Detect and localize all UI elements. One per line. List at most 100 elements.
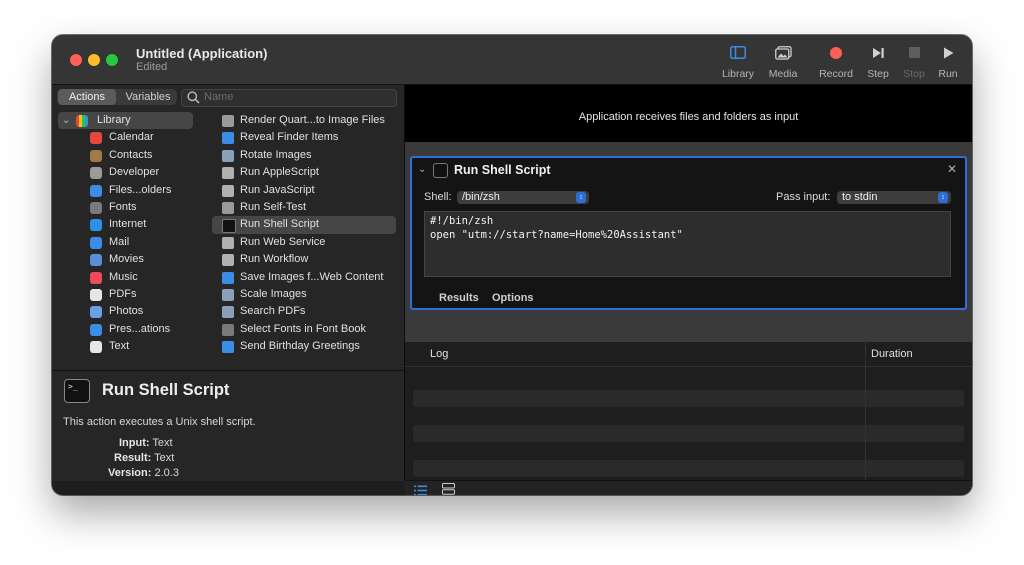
photos-icon (90, 306, 102, 319)
globe-icon (90, 219, 102, 232)
script-editor[interactable]: #!/bin/zsh open "utm://start?name=Home%20… (424, 211, 951, 277)
right-footer-bar (405, 480, 972, 495)
safari-icon (222, 271, 234, 284)
zoom-window-button[interactable] (106, 54, 118, 66)
step-icon (858, 44, 898, 61)
action-list-item[interactable]: Reveal Finder Items (212, 129, 396, 146)
step-button[interactable]: Step (858, 44, 898, 80)
library-pane: Actions Variables Name ⌄ Library Calenda… (52, 85, 405, 481)
log-panel: Log Duration (405, 342, 972, 480)
workflow-area: ⌄ Run Shell Script ✕ Shell: /bin/zsh ↕ P… (405, 142, 972, 342)
action-list-item[interactable]: Run Workflow (212, 251, 396, 268)
shell-popup[interactable]: /bin/zsh ↕ (457, 191, 589, 204)
fonts-icon (222, 323, 234, 336)
script-line: open "utm://start?name=Home%20Assistant" (430, 229, 683, 241)
input-type-row: Input: Text (119, 437, 173, 449)
popup-stepper-icon: ↕ (938, 192, 948, 203)
tab-actions[interactable]: Actions (58, 89, 116, 105)
terminal-icon (222, 219, 236, 234)
action-list-item[interactable]: Search PDFs (212, 303, 396, 320)
library-category-item[interactable]: Movies (58, 251, 200, 268)
action-list-label: Select Fonts in Font Book (240, 322, 366, 335)
action-title: Run Shell Script (454, 163, 551, 177)
action-list-label: Run JavaScript (240, 183, 315, 196)
finder-icon (90, 184, 102, 197)
action-list-item[interactable]: Select Fonts in Font Book (212, 321, 396, 338)
action-list-item[interactable]: Run AppleScript (212, 164, 396, 181)
action-list-item[interactable]: Send Birthday Greetings (212, 338, 396, 355)
action-list-item[interactable]: Run Shell Script (212, 216, 396, 234)
library-category-item[interactable]: Calendar (58, 129, 200, 146)
close-window-button[interactable] (70, 54, 82, 66)
text-icon (90, 341, 102, 354)
run-button-label: Run (938, 68, 958, 80)
workflow-pane: Application receives files and folders a… (405, 85, 972, 495)
action-list-label: Rotate Images (240, 148, 312, 161)
split-view-icon[interactable] (442, 482, 455, 495)
action-list-label: Save Images f...Web Content (240, 270, 384, 283)
play-icon (928, 44, 968, 61)
input-value: Text (152, 437, 173, 449)
library-category-item[interactable]: Developer (58, 164, 200, 181)
fonts-icon (90, 201, 102, 214)
list-view-icon[interactable] (414, 483, 427, 495)
library-icon (76, 115, 88, 127)
tab-options[interactable]: Options (492, 292, 534, 304)
run-button[interactable]: Run (928, 44, 968, 80)
library-category-item[interactable]: Mail (58, 234, 200, 251)
library-root-item[interactable]: ⌄ Library (58, 112, 193, 130)
library-button[interactable]: Library (718, 44, 758, 80)
library-category-label: PDFs (109, 287, 137, 300)
window-subtitle: Edited (136, 61, 168, 73)
library-category-item[interactable]: Files...olders (58, 182, 200, 199)
action-description-panel: >_ Run Shell Script This action executes… (52, 370, 404, 481)
contacts-icon (90, 149, 102, 162)
library-button-label: Library (721, 68, 755, 80)
result-label: Result: (114, 452, 152, 464)
sidebar-icon (718, 44, 758, 61)
action-list-item[interactable]: Save Images f...Web Content (212, 269, 396, 286)
library-category-item[interactable]: Music (58, 269, 200, 286)
action-list-item[interactable]: Run Web Service (212, 234, 396, 251)
result-value: Text (154, 452, 175, 464)
record-button[interactable]: Record (816, 44, 856, 80)
library-category-item[interactable]: Internet (58, 216, 200, 233)
action-list-item[interactable]: Scale Images (212, 286, 396, 303)
search-field[interactable]: Name (181, 89, 397, 107)
minimize-window-button[interactable] (88, 54, 100, 66)
close-icon[interactable]: ✕ (947, 162, 957, 176)
library-category-item[interactable]: Fonts (58, 199, 200, 216)
action-list-item[interactable]: Render Quart...to Image Files (212, 112, 396, 129)
library-category-item[interactable]: Pres...ations (58, 321, 200, 338)
description-text: This action executes a Unix shell script… (63, 416, 256, 428)
media-button-label: Media (768, 68, 798, 80)
action-list-item[interactable]: Rotate Images (212, 147, 396, 164)
chevron-down-icon[interactable]: ⌄ (62, 112, 70, 129)
duration-column-header[interactable]: Duration (871, 348, 913, 360)
library-category-label: Contacts (109, 148, 153, 161)
automator-window: Untitled (Application) Edited Library Me… (52, 35, 972, 495)
tools-icon (222, 115, 234, 127)
version-value: 2.0.3 (154, 467, 179, 479)
chevron-down-icon[interactable]: ⌄ (418, 164, 426, 175)
pass-input-popup[interactable]: to stdin ↕ (837, 191, 951, 204)
version-row: Version: 2.0.3 (108, 467, 179, 479)
run-shell-script-action[interactable]: ⌄ Run Shell Script ✕ Shell: /bin/zsh ↕ P… (410, 156, 967, 310)
tools-icon (90, 167, 102, 180)
library-category-item[interactable]: Text (58, 338, 200, 355)
action-list-item[interactable]: Run Self-Test (212, 199, 396, 216)
library-category-label: Internet (109, 218, 147, 231)
library-category-item[interactable]: Contacts (58, 147, 200, 164)
photos-icon (763, 44, 803, 61)
action-list-label: Scale Images (240, 287, 307, 300)
script-icon (222, 236, 234, 249)
library-category-item[interactable]: PDFs (58, 286, 200, 303)
workflow-input-banner: Application receives files and folders a… (405, 85, 972, 142)
tab-results[interactable]: Results (439, 292, 479, 304)
library-category-item[interactable]: Photos (58, 303, 200, 320)
library-category-label: Pres...ations (109, 322, 171, 335)
log-column-header[interactable]: Log (430, 348, 448, 360)
tab-variables[interactable]: Variables (119, 89, 177, 105)
media-button[interactable]: Media (763, 44, 803, 80)
action-list-item[interactable]: Run JavaScript (212, 182, 396, 199)
